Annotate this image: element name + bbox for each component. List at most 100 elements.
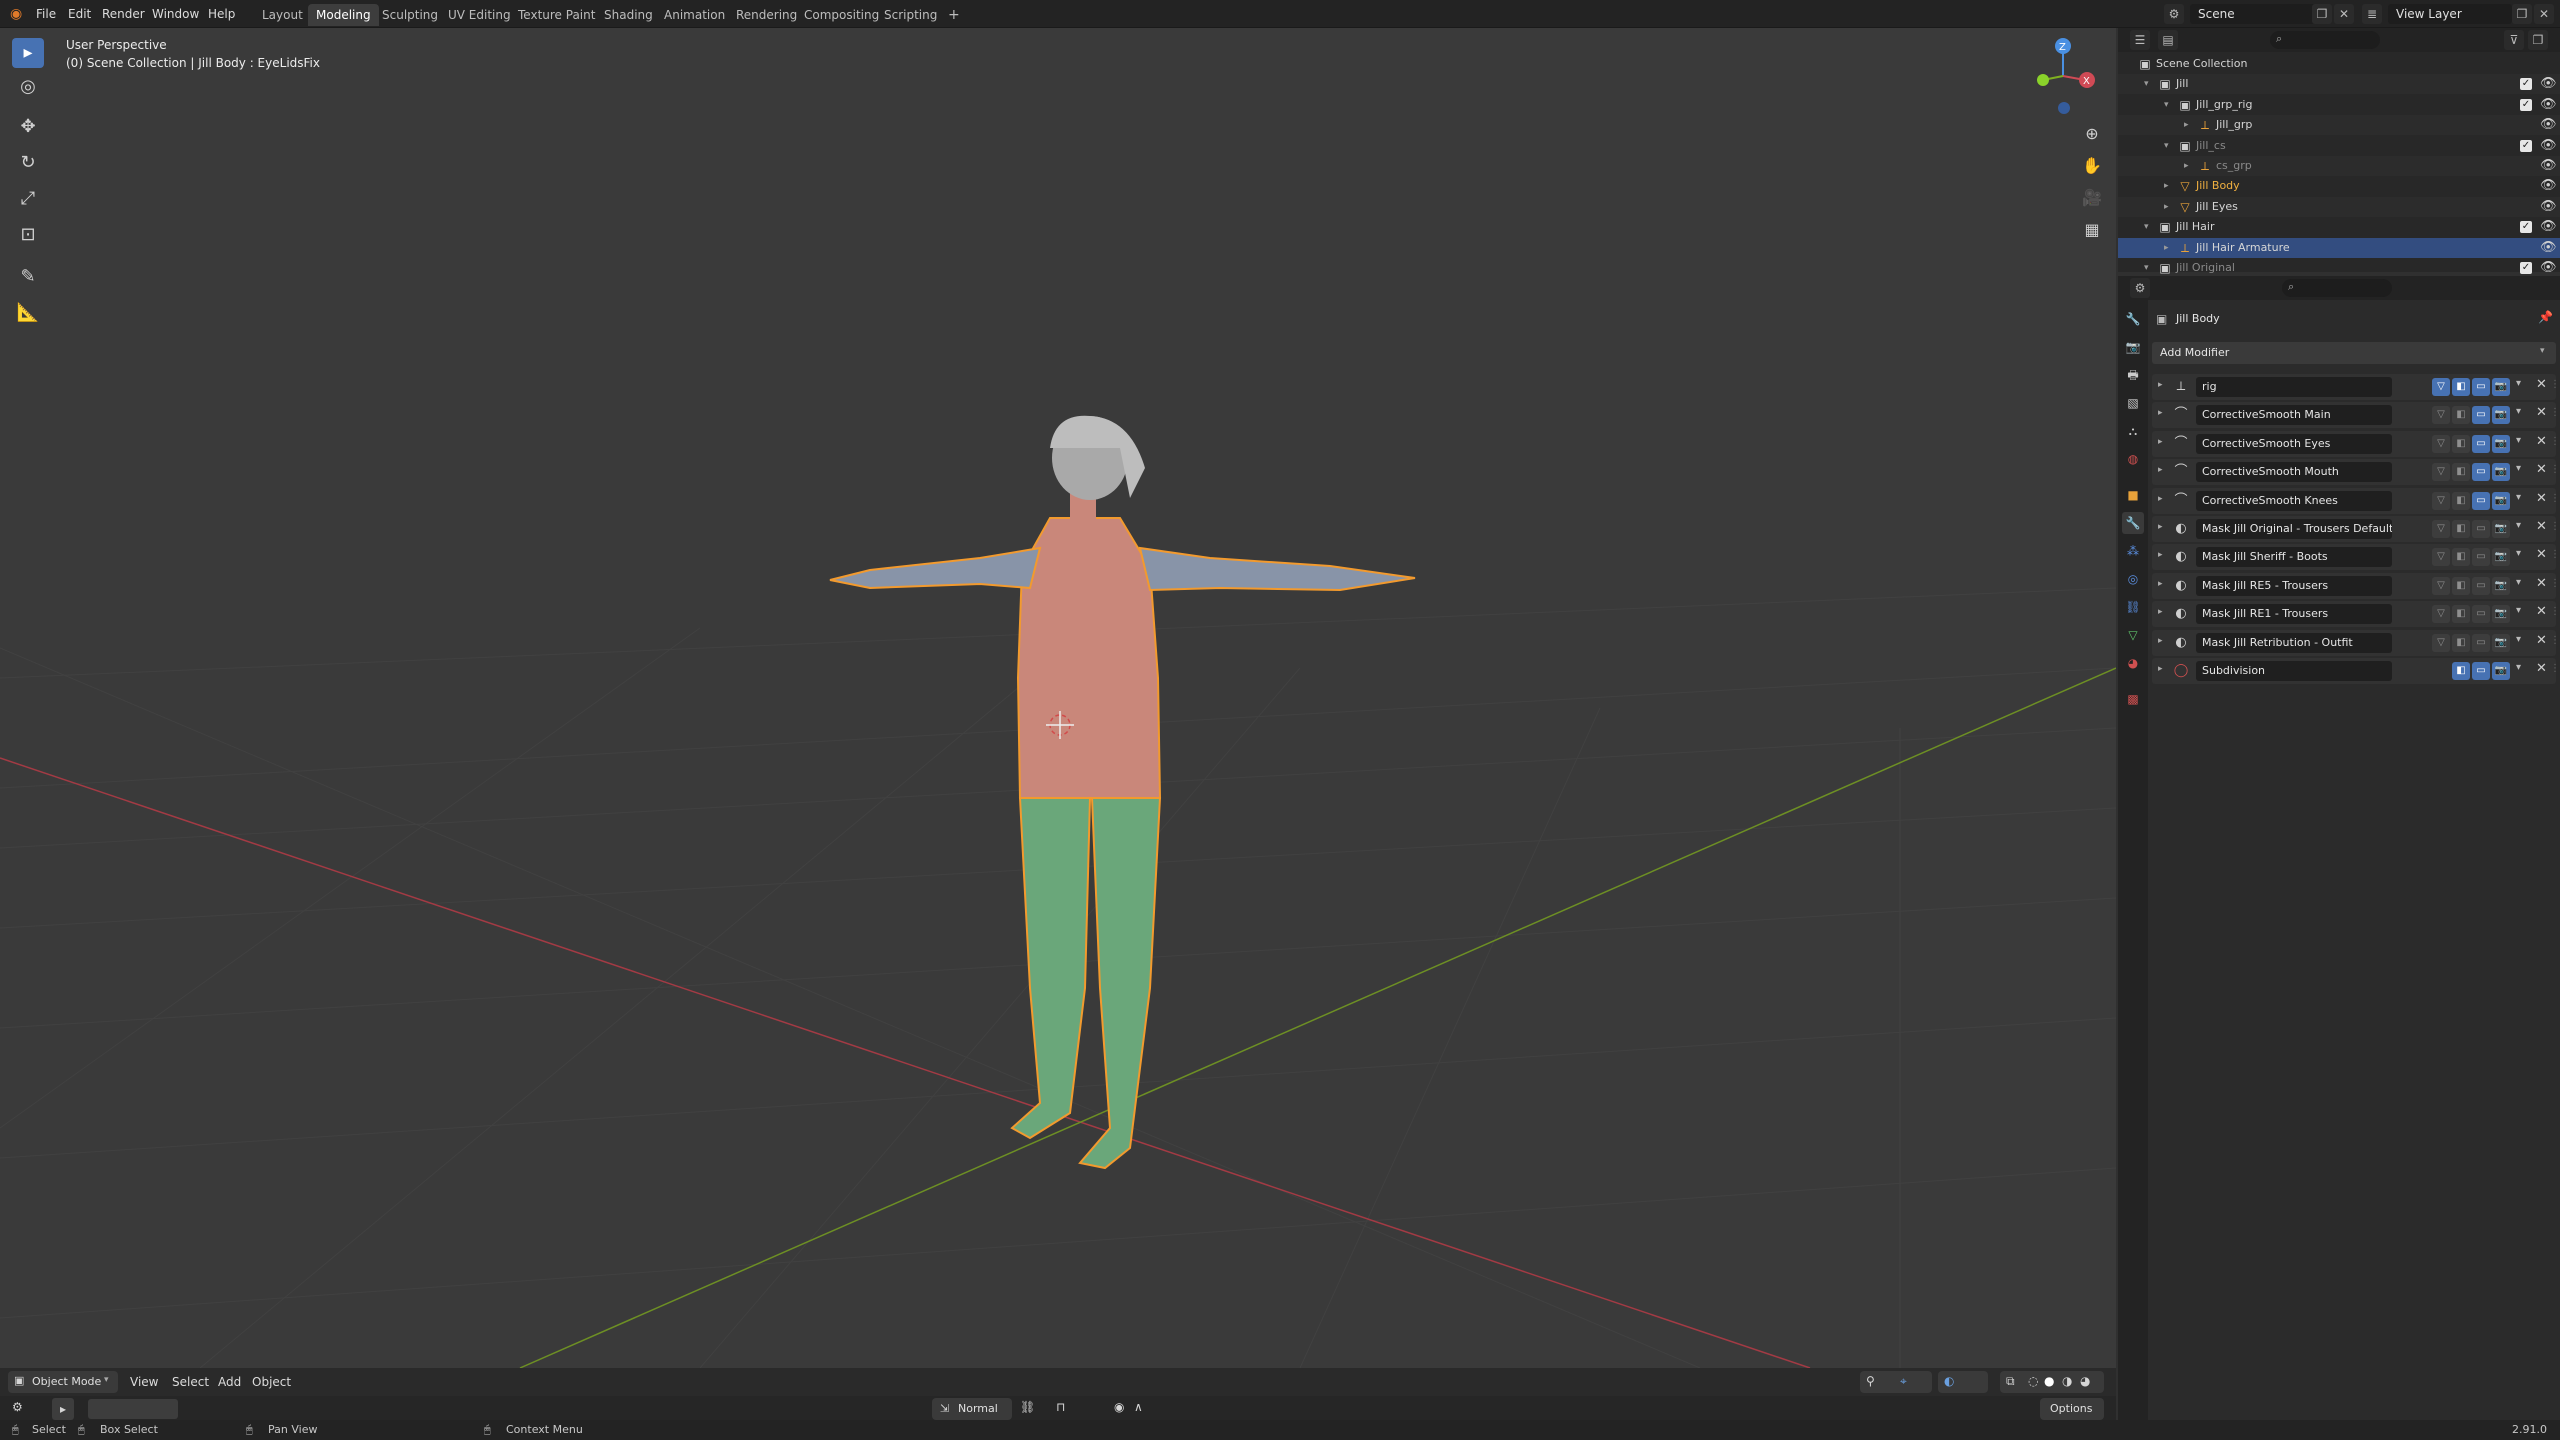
modifier-panel[interactable]: ▸ ⌒ CorrectiveSmooth Mouth ▽ ◧ ▭ 📷 ▾ ✕ ⋮ (2152, 459, 2560, 486)
modifier-panel[interactable]: ▸ ◯ Subdivision ◧ ▭ 📷 ▾ ✕ ⋮ (2152, 658, 2560, 684)
viewport-toggle-icon[interactable]: ▭ (2472, 378, 2490, 396)
expand-arrow-icon[interactable]: ▸ (2158, 664, 2163, 674)
outliner-row[interactable]: ▸ ▽ Jill Eyes 👁 (2118, 196, 2560, 217)
expand-arrow-icon[interactable]: ▸ (2184, 115, 2189, 135)
proportional-edit-icon[interactable]: ◉ (1114, 1400, 1124, 1414)
modifier-panel[interactable]: ▸ ⌒ CorrectiveSmooth Eyes ▽ ◧ ▭ 📷 ▾ ✕ ⋮ (2152, 430, 2560, 457)
edit-mode-toggle-icon[interactable]: ◧ (2452, 605, 2470, 624)
tab-rendering[interactable]: Rendering (728, 4, 805, 26)
scene-field[interactable]: Scene (2190, 4, 2320, 24)
falloff-icon[interactable]: ∧ (1134, 1400, 1143, 1414)
vertex-group-icon[interactable]: ▽ (2432, 605, 2450, 624)
render-toggle-icon[interactable]: 📷 (2492, 520, 2510, 538)
modifier-menu-chevron-icon[interactable]: ▾ (2516, 548, 2521, 559)
modifier-name-field[interactable]: rig (2196, 377, 2392, 397)
visibility-eye-icon[interactable]: 👁 (2540, 197, 2557, 217)
expand-arrow-icon[interactable]: ▸ (2164, 176, 2169, 196)
particles-tab-icon[interactable]: ⁂ (2122, 540, 2144, 562)
menu-render[interactable]: Render (102, 0, 145, 28)
modifier-name-field[interactable]: CorrectiveSmooth Eyes (2196, 433, 2392, 454)
expand-arrow-icon[interactable]: ▸ (2158, 550, 2163, 560)
modifier-panel[interactable]: ▸ ◐ Mask Jill Sheriff - Boots ▽ ◧ ▭ 📷 ▾ ✕ ⋮ (2152, 544, 2560, 571)
remove-modifier-icon[interactable]: ✕ (2536, 576, 2547, 591)
selection-mode-group[interactable] (88, 1399, 178, 1419)
pivot-snap-group[interactable]: ⚲ ⌖ (1860, 1371, 1932, 1393)
viewport-toggle-icon[interactable]: ▭ (2472, 463, 2490, 482)
scene-tab-icon[interactable]: ⛬ (2122, 420, 2144, 442)
modifier-name-field[interactable]: Mask Jill Sheriff - Boots (2196, 547, 2392, 568)
remove-modifier-icon[interactable]: ✕ (2536, 491, 2547, 506)
vertex-group-icon[interactable]: ▽ (2432, 633, 2450, 652)
pan-hand-icon[interactable]: ✋ (2078, 152, 2106, 180)
editor-type-icon[interactable]: ⚙ (12, 1400, 23, 1414)
shading-group[interactable]: ⧉ ◌ ● ◑ ◕ (2000, 1371, 2104, 1393)
modifier-name-field[interactable]: Mask Jill Original - Trousers Default (2196, 519, 2392, 539)
outliner-row[interactable]: ▸ ⟂ Jill Hair Armature 👁 (2118, 237, 2560, 258)
visibility-eye-icon[interactable]: 👁 (2540, 115, 2557, 135)
remove-modifier-icon[interactable]: ✕ (2536, 547, 2547, 562)
add-modifier-dropdown[interactable]: Add Modifier ▾ (2152, 342, 2556, 364)
outliner-row[interactable]: ▸ ▽ Jill Body 👁 (2118, 176, 2560, 196)
modifier-menu-chevron-icon[interactable]: ▾ (2516, 577, 2521, 588)
view-layer-close-icon[interactable]: ✕ (2534, 4, 2554, 24)
render-toggle-icon[interactable]: 📷 (2492, 548, 2510, 567)
texture-tab-icon[interactable]: ▩ (2122, 688, 2144, 710)
link-icon[interactable]: ⛓ (1020, 1400, 1035, 1414)
modifier-name-field[interactable]: Mask Jill RE1 - Trousers (2196, 604, 2392, 625)
viewport-toggle-icon[interactable]: ▭ (2472, 576, 2490, 595)
modifier-panel[interactable]: ▸ ◐ Mask Jill Original - Trousers Default ▽… (2152, 516, 2560, 542)
remove-modifier-icon[interactable]: ✕ (2536, 377, 2547, 392)
drag-grip-icon[interactable]: ⋮ (2550, 521, 2560, 532)
options-dropdown[interactable]: Options (2040, 1398, 2104, 1420)
render-toggle-icon[interactable]: 📷 (2492, 605, 2510, 624)
drag-grip-icon[interactable]: ⋮ (2550, 407, 2560, 418)
tab-modeling[interactable]: Modeling (308, 4, 379, 26)
viewport-toggle-icon[interactable]: ▭ (2472, 520, 2490, 538)
expand-arrow-icon[interactable]: ▸ (2158, 579, 2163, 589)
modifier-panel[interactable]: ▸ ◐ Mask Jill RE5 - Trousers ▽ ◧ ▭ 📷 ▾ ✕ ⋮ (2152, 572, 2560, 599)
modifier-menu-chevron-icon[interactable]: ▾ (2516, 634, 2521, 645)
view-layer-tab-icon[interactable]: ▧ (2122, 392, 2144, 414)
expand-arrow-icon[interactable]: ▾ (2144, 217, 2149, 237)
edit-mode-toggle-icon[interactable]: ◧ (2452, 378, 2470, 396)
modifier-menu-chevron-icon[interactable]: ▾ (2516, 378, 2521, 389)
exclude-checkbox[interactable]: ✓ (2520, 221, 2532, 234)
viewport-toggle-icon[interactable]: ▭ (2472, 605, 2490, 624)
tab-texture-paint[interactable]: Texture Paint (510, 4, 603, 26)
select-box-mode-icon[interactable]: ▸ (52, 1398, 74, 1420)
visibility-eye-icon[interactable]: 👁 (2540, 136, 2557, 156)
constraints-tab-icon[interactable]: ⛓ (2122, 596, 2144, 618)
viewport-toggle-icon[interactable]: ▭ (2472, 434, 2490, 453)
visibility-eye-icon[interactable]: 👁 (2540, 74, 2557, 94)
modifier-name-field[interactable]: Mask Jill RE5 - Trousers (2196, 575, 2392, 596)
drag-grip-icon[interactable]: ⋮ (2550, 606, 2560, 617)
drag-grip-icon[interactable]: ⋮ (2550, 549, 2560, 560)
move-tool-icon[interactable]: ✥ (12, 112, 44, 142)
view-layer-copy-icon[interactable]: ❐ (2512, 4, 2532, 24)
expand-arrow-icon[interactable]: ▾ (2164, 95, 2169, 115)
expand-arrow-icon[interactable]: ▸ (2158, 408, 2163, 418)
select-box-tool-icon[interactable]: ▸ (12, 38, 44, 68)
scene-close-icon[interactable]: ✕ (2334, 4, 2354, 24)
remove-modifier-icon[interactable]: ✕ (2536, 661, 2547, 676)
remove-modifier-icon[interactable]: ✕ (2536, 462, 2547, 477)
expand-arrow-icon[interactable]: ▸ (2158, 522, 2163, 532)
edit-mode-toggle-icon[interactable]: ◧ (2452, 662, 2470, 680)
expand-arrow-icon[interactable]: ▸ (2184, 156, 2189, 176)
modifier-menu-chevron-icon[interactable]: ▾ (2516, 662, 2521, 673)
visibility-eye-icon[interactable]: 👁 (2540, 95, 2557, 115)
tab-shading[interactable]: Shading (596, 4, 661, 26)
modifier-panel[interactable]: ▸ ⌒ CorrectiveSmooth Knees ▽ ◧ ▭ 📷 ▾ ✕ ⋮ (2152, 487, 2560, 514)
expand-arrow-icon[interactable]: ▾ (2144, 74, 2149, 94)
edit-mode-toggle-icon[interactable]: ◧ (2452, 548, 2470, 567)
vertex-group-icon[interactable]: ▽ (2432, 548, 2450, 567)
drag-grip-icon[interactable]: ⋮ (2550, 578, 2560, 589)
remove-modifier-icon[interactable]: ✕ (2536, 633, 2547, 648)
render-toggle-icon[interactable]: 📷 (2492, 463, 2510, 482)
render-toggle-icon[interactable]: 📷 (2492, 576, 2510, 595)
render-toggle-icon[interactable]: 📷 (2492, 633, 2510, 652)
expand-arrow-icon[interactable]: ▸ (2158, 607, 2163, 617)
drag-grip-icon[interactable]: ⋮ (2550, 663, 2560, 674)
add-workspace-button[interactable]: + (940, 4, 968, 26)
remove-modifier-icon[interactable]: ✕ (2536, 604, 2547, 619)
